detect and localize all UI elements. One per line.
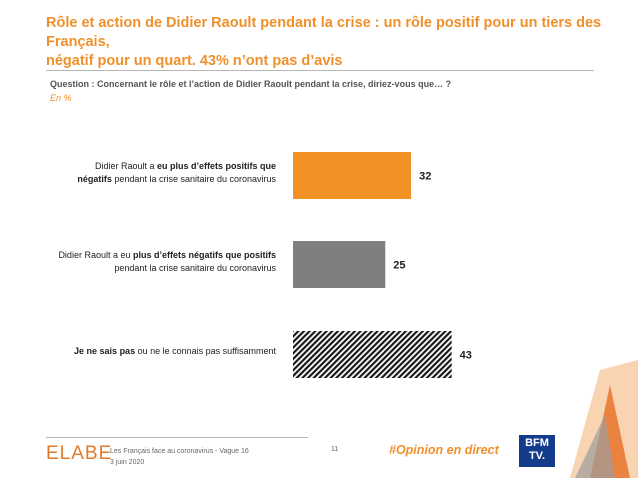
hashtag: #Opinion en direct <box>389 443 499 457</box>
footer-source-line-1: Les Français face au coronavirus - Vague… <box>110 448 249 455</box>
elabe-logo: ELABE <box>46 443 113 464</box>
bfm-logo-line-1: BFM <box>525 437 549 449</box>
bar-chart: 32 25 43 <box>293 152 472 378</box>
value-label: 25 <box>393 260 405 272</box>
bar-dont-know <box>293 331 452 378</box>
footer-source: Les Français face au coronavirus - Vague… <box>110 446 249 468</box>
footer-divider <box>46 437 308 438</box>
bfm-logo-line-2: TV. <box>528 450 546 462</box>
value-label: 43 <box>460 350 472 362</box>
footer-source-line-2: 3 juin 2020 <box>110 459 145 466</box>
decorative-triangle-graphic <box>570 360 638 478</box>
bar-positive <box>293 152 412 199</box>
bfmtv-logo: BFM TV. <box>519 435 555 467</box>
page-number: 11 <box>331 446 339 453</box>
value-label: 32 <box>419 171 431 183</box>
bar-negative <box>293 241 386 288</box>
